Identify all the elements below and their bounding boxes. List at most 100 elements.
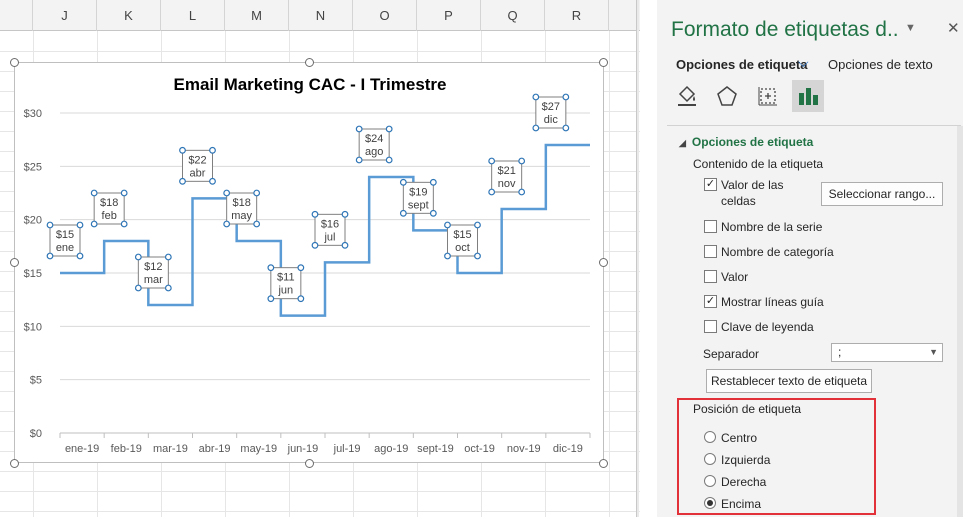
data-label-handle xyxy=(474,221,481,229)
column-header-q[interactable]: Q xyxy=(481,0,545,31)
data-label-handle xyxy=(532,124,540,132)
checkbox-category-name[interactable] xyxy=(704,245,717,258)
column-header-m[interactable]: M xyxy=(225,0,289,31)
pane-separator xyxy=(667,125,961,126)
column-header-k[interactable]: K xyxy=(97,0,161,31)
x-tick-label: jul-19 xyxy=(333,443,361,455)
tab-label-options[interactable]: Opciones de etiqueta xyxy=(676,57,807,72)
tab-text-options[interactable]: Opciones de texto xyxy=(828,57,933,72)
label-options-bar-chart-icon[interactable] xyxy=(792,80,824,112)
column-header-p[interactable]: P xyxy=(417,0,481,31)
select-range-button[interactable]: Seleccionar rango... xyxy=(821,182,943,206)
data-label-handle xyxy=(223,189,231,197)
data-label-handle xyxy=(311,241,319,249)
gridline-horizontal xyxy=(0,511,640,512)
separator-value: ; xyxy=(838,345,842,359)
resize-handle-top-right[interactable] xyxy=(599,58,608,67)
section-header[interactable]: ◢ Opciones de etiqueta xyxy=(679,135,813,149)
fill-line-icon[interactable] xyxy=(671,80,703,112)
data-label-handle xyxy=(209,146,216,154)
gridline-horizontal xyxy=(0,471,640,472)
x-tick-label: dic-19 xyxy=(553,443,583,455)
data-label-month: may xyxy=(231,210,252,222)
section-header-label: Opciones de etiqueta xyxy=(691,135,814,149)
excel-window: J K L M N O P Q R Email Marketing CAC - … xyxy=(0,0,963,517)
size-properties-icon[interactable] xyxy=(752,80,784,112)
data-label-value: $15 xyxy=(56,229,74,241)
chevron-down-icon[interactable]: ⌵ xyxy=(798,54,809,71)
resize-handle-top-left[interactable] xyxy=(10,58,19,67)
resize-handle-bottom-right[interactable] xyxy=(599,459,608,468)
data-label-handle xyxy=(444,221,451,229)
x-tick-label: mar-19 xyxy=(153,443,188,455)
checkbox-cell-value-label: Valor de las xyxy=(721,178,784,192)
x-tick-label: jun-19 xyxy=(287,443,319,455)
y-tick-label: $0 xyxy=(30,428,42,440)
column-header-j[interactable]: J xyxy=(33,0,97,31)
resize-handle-right[interactable] xyxy=(599,258,608,267)
data-label-value: $21 xyxy=(497,165,515,177)
resize-handle-bottom[interactable] xyxy=(305,459,314,468)
resize-handle-top[interactable] xyxy=(305,58,314,67)
data-label-value: $22 xyxy=(188,154,206,166)
checkbox-legend-key-label: Clave de leyenda xyxy=(721,320,814,334)
data-label-handle xyxy=(399,209,407,217)
data-label-handle xyxy=(341,210,349,218)
data-label-value: $18 xyxy=(232,197,250,209)
y-tick-label: $30 xyxy=(24,108,42,120)
data-label-handle xyxy=(120,189,128,197)
column-header-r[interactable]: R xyxy=(545,0,609,31)
column-header-l[interactable]: L xyxy=(161,0,225,31)
data-label-value: $27 xyxy=(542,101,560,113)
data-label-month: ago xyxy=(365,146,383,158)
column-header-o[interactable]: O xyxy=(353,0,417,31)
y-tick-label: $25 xyxy=(24,161,42,173)
checkbox-leader-lines[interactable]: ✓ xyxy=(704,295,717,308)
checkbox-legend-key[interactable] xyxy=(704,320,717,333)
close-icon[interactable]: ✕ xyxy=(947,19,960,37)
data-label-month: oct xyxy=(455,242,470,254)
data-label-handle xyxy=(355,156,363,164)
resize-handle-left[interactable] xyxy=(10,258,19,267)
data-label-handle xyxy=(518,188,526,196)
data-label-handle xyxy=(46,221,54,229)
checkbox-cell-value[interactable]: ✓ xyxy=(704,178,717,191)
y-tick-label: $15 xyxy=(24,268,42,280)
pane-title: Formato de etiquetas d.. xyxy=(671,18,899,41)
y-tick-label: $20 xyxy=(24,215,42,227)
x-tick-label: ago-19 xyxy=(374,443,408,455)
effects-pentagon-icon[interactable] xyxy=(711,80,743,112)
data-label-handle xyxy=(253,189,261,197)
data-label-handle xyxy=(76,221,84,229)
data-label-month: ene xyxy=(56,242,74,254)
data-label-handle xyxy=(297,264,305,272)
data-label-handle xyxy=(209,177,216,185)
y-tick-label: $10 xyxy=(24,321,42,333)
data-label-month: nov xyxy=(498,178,516,190)
pane-options-dropdown-icon[interactable]: ▼ xyxy=(905,22,916,34)
data-label-month: feb xyxy=(102,210,117,222)
dropdown-arrow-icon: ▼ xyxy=(929,347,938,357)
column-header-partial[interactable] xyxy=(0,0,33,31)
data-label-value: $24 xyxy=(365,133,383,145)
worksheet[interactable]: J K L M N O P Q R Email Marketing CAC - … xyxy=(0,0,640,517)
data-label-handle xyxy=(120,220,128,228)
pane-scrollbar[interactable] xyxy=(957,126,963,517)
sheet-divider xyxy=(636,0,639,517)
resize-handle-bottom-left[interactable] xyxy=(10,459,19,468)
column-header-n[interactable]: N xyxy=(289,0,353,31)
x-tick-label: oct-19 xyxy=(464,443,495,455)
data-label-handle xyxy=(532,93,540,101)
data-label-month: sept xyxy=(408,199,429,211)
data-label-value: $16 xyxy=(321,218,339,230)
x-tick-label: nov-19 xyxy=(507,443,541,455)
checkbox-series-name[interactable] xyxy=(704,220,717,233)
data-label-handle xyxy=(90,220,98,228)
checkbox-value[interactable] xyxy=(704,270,717,283)
separator-select[interactable]: ; ▼ xyxy=(831,343,943,362)
chart-area[interactable]: Email Marketing CAC - I Trimestre $0 $5 $1… xyxy=(14,62,604,463)
reset-label-text-button[interactable]: Restablecer texto de etiqueta xyxy=(706,369,872,393)
data-label-value: $19 xyxy=(409,186,427,198)
data-label-handle xyxy=(253,220,261,228)
x-tick-label: feb-19 xyxy=(111,443,142,455)
